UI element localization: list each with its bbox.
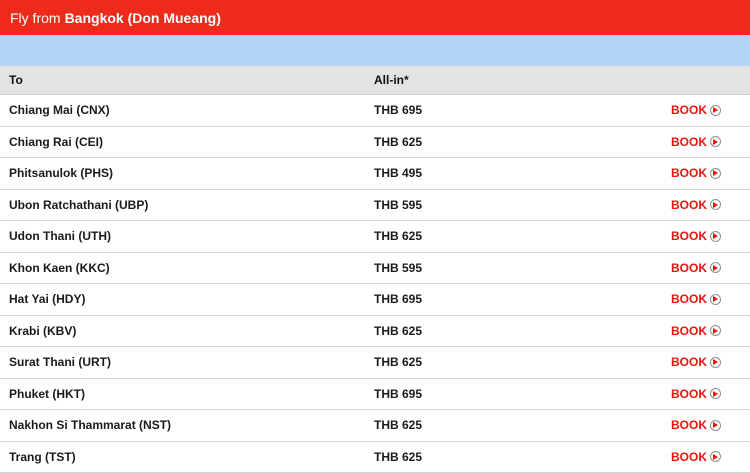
book-button[interactable]: BOOK (664, 450, 750, 464)
play-circle-icon (710, 420, 721, 431)
book-button[interactable]: BOOK (664, 387, 750, 401)
book-button[interactable]: BOOK (664, 324, 750, 338)
book-button[interactable]: BOOK (664, 198, 750, 212)
column-header-price: All-in* (374, 73, 664, 87)
book-button[interactable]: BOOK (664, 135, 750, 149)
destination-label: Phuket (HKT) (0, 387, 374, 401)
destination-label: Khon Kaen (KKC) (0, 261, 374, 275)
destination-label: Krabi (KBV) (0, 324, 374, 338)
destination-label: Surat Thani (URT) (0, 355, 374, 369)
book-label: BOOK (671, 355, 707, 369)
table-row: Nakhon Si Thammarat (NST)THB 625 BOOK (0, 410, 750, 442)
header-lead: Fly from (10, 10, 61, 26)
book-button[interactable]: BOOK (664, 103, 750, 117)
routes-table: Chiang Mai (CNX)THB 695BOOKChiang Rai (C… (0, 95, 750, 473)
play-circle-icon (710, 294, 721, 305)
destination-label: Trang (TST) (0, 450, 374, 464)
origin-city: Bangkok (Don Mueang) (65, 10, 221, 26)
price-label: THB 625 (374, 229, 664, 243)
book-button[interactable]: BOOK (664, 292, 750, 306)
play-circle-icon (710, 199, 721, 210)
table-row: Phuket (HKT)THB 695 BOOK (0, 379, 750, 411)
book-label: BOOK (671, 450, 707, 464)
book-label: BOOK (671, 292, 707, 306)
play-circle-icon (710, 168, 721, 179)
price-label: THB 695 (374, 103, 664, 117)
destination-label: Udon Thani (UTH) (0, 229, 374, 243)
price-label: THB 695 (374, 292, 664, 306)
play-circle-icon (710, 136, 721, 147)
play-circle-icon (710, 357, 721, 368)
book-label: BOOK (671, 198, 707, 212)
book-button[interactable]: BOOK (664, 229, 750, 243)
play-circle-icon (710, 325, 721, 336)
table-row: Trang (TST)THB 625 BOOK (0, 442, 750, 473)
table-row: Hat Yai (HDY)THB 695 BOOK (0, 284, 750, 316)
book-button[interactable]: BOOK (664, 355, 750, 369)
table-row: Krabi (KBV)THB 625 BOOK (0, 316, 750, 348)
book-button[interactable]: BOOK (664, 418, 750, 432)
book-label: BOOK (671, 324, 707, 338)
blue-band (0, 35, 750, 66)
price-label: THB 625 (374, 418, 664, 432)
table-row: Udon Thani (UTH)THB 625 BOOK (0, 221, 750, 253)
book-label: BOOK (671, 229, 707, 243)
column-header-to: To (0, 73, 374, 87)
table-row: Surat Thani (URT)THB 625 BOOK (0, 347, 750, 379)
price-label: THB 595 (374, 261, 664, 275)
book-label: BOOK (671, 418, 707, 432)
price-label: THB 595 (374, 198, 664, 212)
price-label: THB 625 (374, 135, 664, 149)
book-button[interactable]: BOOK (664, 166, 750, 180)
table-row: Phitsanulok (PHS)THB 495 BOOK (0, 158, 750, 190)
play-circle-icon (710, 231, 721, 242)
table-header: To All-in* (0, 66, 750, 95)
book-button[interactable]: BOOK (664, 261, 750, 275)
destination-label: Nakhon Si Thammarat (NST) (0, 418, 374, 432)
table-row: Khon Kaen (KKC)THB 595 BOOK (0, 253, 750, 285)
price-label: THB 695 (374, 387, 664, 401)
book-label: BOOK (671, 166, 707, 180)
book-label: BOOK (671, 103, 707, 117)
table-row: Chiang Mai (CNX)THB 695 BOOK (0, 95, 750, 127)
price-label: THB 625 (374, 324, 664, 338)
book-label: BOOK (671, 387, 707, 401)
table-row: Chiang Rai (CEI)THB 625 BOOK (0, 127, 750, 159)
play-circle-icon (710, 451, 721, 462)
book-label: BOOK (671, 135, 707, 149)
book-label: BOOK (671, 261, 707, 275)
page-header: Fly from Bangkok (Don Mueang) (0, 0, 750, 35)
price-label: THB 625 (374, 355, 664, 369)
play-circle-icon (710, 388, 721, 399)
destination-label: Ubon Ratchathani (UBP) (0, 198, 374, 212)
play-circle-icon (710, 262, 721, 273)
destination-label: Chiang Rai (CEI) (0, 135, 374, 149)
destination-label: Hat Yai (HDY) (0, 292, 374, 306)
price-label: THB 495 (374, 166, 664, 180)
destination-label: Chiang Mai (CNX) (0, 103, 374, 117)
price-label: THB 625 (374, 450, 664, 464)
play-circle-icon (710, 105, 721, 116)
table-row: Ubon Ratchathani (UBP)THB 595 BOOK (0, 190, 750, 222)
destination-label: Phitsanulok (PHS) (0, 166, 374, 180)
